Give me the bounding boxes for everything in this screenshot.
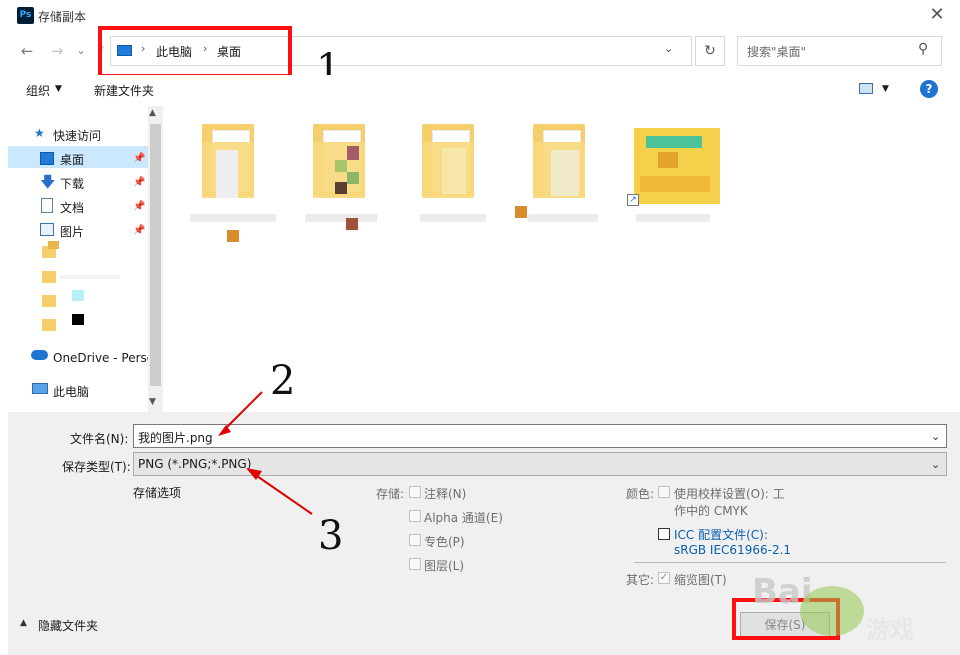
annotation-number-2: 2: [270, 358, 296, 404]
watermark-logo: [800, 586, 864, 636]
annotation-arrows: [218, 391, 313, 515]
annotation-number-3: 3: [318, 513, 344, 559]
watermark-logo: 游戏: [866, 616, 914, 644]
